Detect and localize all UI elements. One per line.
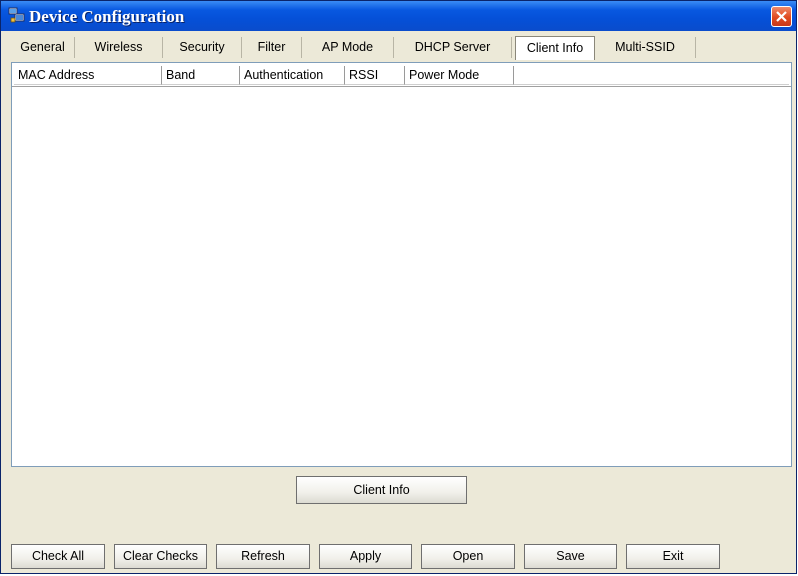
- tab-client-info[interactable]: Client Info: [515, 36, 595, 60]
- save-button[interactable]: Save: [524, 544, 617, 569]
- column-header-power-mode[interactable]: Power Mode: [405, 66, 514, 85]
- tab-multi-ssid[interactable]: Multi-SSID: [595, 37, 696, 58]
- close-button[interactable]: [771, 6, 792, 27]
- check-all-button[interactable]: Check All: [11, 544, 105, 569]
- client-list[interactable]: MAC Address Band Authentication RSSI Pow…: [11, 62, 792, 467]
- tab-filter[interactable]: Filter: [242, 37, 302, 58]
- client-info-button[interactable]: Client Info: [296, 476, 467, 504]
- column-header-band[interactable]: Band: [162, 66, 240, 85]
- apply-button[interactable]: Apply: [319, 544, 412, 569]
- tab-security[interactable]: Security: [163, 37, 242, 58]
- header-divider: [12, 86, 791, 87]
- column-header-authentication[interactable]: Authentication: [240, 66, 345, 85]
- tab-general[interactable]: General: [11, 37, 75, 58]
- open-button[interactable]: Open: [421, 544, 515, 569]
- column-header-filler: [514, 66, 789, 85]
- title-bar[interactable]: Device Configuration: [1, 1, 796, 31]
- network-computers-icon: [8, 7, 25, 24]
- tab-ap-mode[interactable]: AP Mode: [302, 37, 394, 58]
- clear-checks-button[interactable]: Clear Checks: [114, 544, 207, 569]
- column-header-rssi[interactable]: RSSI: [345, 66, 405, 85]
- tab-dhcp-server[interactable]: DHCP Server: [394, 37, 512, 58]
- window-title: Device Configuration: [29, 7, 185, 26]
- refresh-button[interactable]: Refresh: [216, 544, 310, 569]
- tab-wireless[interactable]: Wireless: [75, 37, 163, 58]
- close-icon: [776, 11, 787, 22]
- column-header-mac-address[interactable]: MAC Address: [14, 66, 162, 85]
- exit-button[interactable]: Exit: [626, 544, 720, 569]
- device-configuration-window: Device Configuration General Wireless Se…: [0, 0, 797, 574]
- tab-strip: General Wireless Security Filter AP Mode…: [11, 36, 793, 60]
